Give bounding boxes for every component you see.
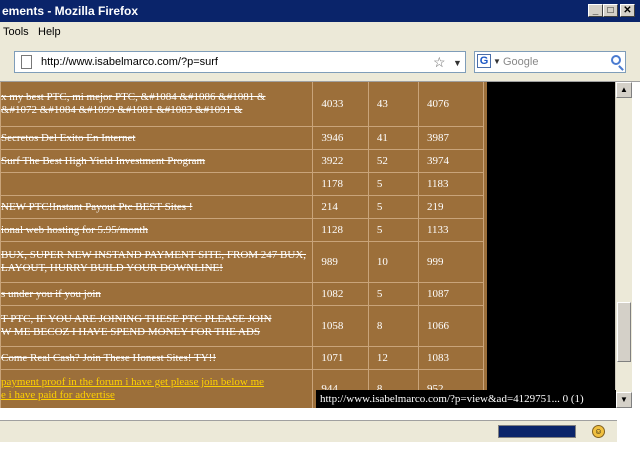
ad-total: 3987 — [417, 126, 485, 150]
ad-clicks: 41 — [367, 126, 419, 150]
ad-clicks: 52 — [367, 149, 419, 173]
ad-total: 1133 — [417, 218, 485, 242]
surf-page: x my best PTC, mi mejor PTC, &#1084 &#10… — [0, 82, 487, 408]
search-engine-dropdown-icon[interactable]: ▼ — [493, 53, 501, 71]
ad-title: s under you if you join — [0, 282, 314, 306]
search-icon[interactable] — [611, 55, 621, 65]
navigation-toolbar: http://www.isabelmarco.com/?p=surf ☆ ▼ G… — [0, 42, 640, 82]
ad-clicks: 43 — [367, 82, 419, 127]
scroll-down-button[interactable]: ▼ — [616, 392, 632, 408]
ad-hits: 214 — [312, 195, 369, 219]
ad-clicks: 5 — [367, 172, 419, 196]
scroll-up-button[interactable]: ▲ — [616, 82, 632, 98]
link-status-text: http://www.isabelmarco.com/?p=view&ad=41… — [316, 390, 616, 408]
search-input[interactable]: Google — [503, 52, 538, 72]
search-box[interactable]: G ▼ Google — [474, 51, 626, 73]
minimize-button[interactable]: _ — [588, 4, 603, 17]
table-row: Surf The Best High Yield Investment Prog… — [0, 149, 485, 173]
ad-title: Come Real Cash? Join These Honest Sites!… — [0, 346, 314, 370]
progress-bar — [498, 425, 576, 438]
ad-title: Surf The Best High Yield Investment Prog… — [0, 149, 314, 173]
menu-tools[interactable]: Tools — [3, 22, 29, 42]
ad-hits: 989 — [312, 241, 369, 283]
menu-bar: Tools Help — [0, 22, 640, 42]
ad-title: ional web hosting for 5.95/month — [0, 218, 314, 242]
ad-hits: 3946 — [312, 126, 369, 150]
table-row: ional web hosting for 5.95/month 1128 5 113… — [0, 218, 485, 242]
page-icon — [21, 55, 32, 69]
ad-title: x my best PTC, mi mejor PTC, &#1084 &#10… — [0, 82, 314, 127]
address-bar-url[interactable]: http://www.isabelmarco.com/?p=surf — [41, 52, 218, 72]
table-row: BUX, SUPER NEW INSTAND PAYMENT SITE, FRO… — [0, 241, 485, 283]
ad-title: T PTC, IF YOU ARE JOINING THESE PTC PLEA… — [0, 305, 314, 347]
page-viewport: x my best PTC, mi mejor PTC, &#1084 &#10… — [0, 82, 615, 408]
address-dropdown-icon[interactable]: ▼ — [453, 54, 462, 72]
smiley-icon: ☺ — [592, 425, 605, 438]
vertical-scrollbar[interactable]: ▲ ▼ — [615, 82, 632, 408]
scroll-thumb[interactable] — [617, 302, 631, 362]
ad-total: 999 — [417, 241, 485, 283]
ad-clicks: 5 — [367, 282, 419, 306]
status-bar-panel: ☺ — [0, 420, 617, 442]
ad-total: 4076 — [417, 82, 485, 127]
close-button[interactable]: ✕ — [620, 4, 635, 17]
ad-clicks: 10 — [367, 241, 419, 283]
menu-help[interactable]: Help — [38, 22, 61, 42]
address-bar[interactable]: http://www.isabelmarco.com/?p=surf ☆ ▼ — [14, 51, 466, 73]
table-row: T PTC, IF YOU ARE JOINING THESE PTC PLEA… — [0, 305, 485, 347]
table-row: Secretos Del Exito En Internet 3946 41 3987 — [0, 126, 485, 150]
ad-hits: 1128 — [312, 218, 369, 242]
ads-table: x my best PTC, mi mejor PTC, &#1084 &#10… — [0, 82, 485, 408]
table-row: Come Real Cash? Join These Honest Sites!… — [0, 346, 485, 370]
ad-hits: 1178 — [312, 172, 369, 196]
ad-hits: 4033 — [312, 82, 369, 127]
ad-clicks: 12 — [367, 346, 419, 370]
table-row: 1178 5 1183 — [0, 172, 485, 196]
table-row: s under you if you join 1082 5 1087 — [0, 282, 485, 306]
window-title: ements - Mozilla Firefox — [2, 4, 139, 18]
ad-total: 1087 — [417, 282, 485, 306]
status-bar: ☺ — [0, 408, 640, 452]
ad-hits: 3922 — [312, 149, 369, 173]
search-engine-icon[interactable]: G — [477, 54, 491, 68]
ad-title — [0, 172, 314, 196]
ad-title[interactable]: payment proof in the forum i have get pl… — [0, 369, 314, 408]
ad-total: 3974 — [417, 149, 485, 173]
ad-clicks: 8 — [367, 305, 419, 347]
ad-clicks: 5 — [367, 195, 419, 219]
ad-total: 219 — [417, 195, 485, 219]
bookmark-star-icon[interactable]: ☆ — [433, 53, 446, 71]
ad-clicks: 5 — [367, 218, 419, 242]
ad-total: 1066 — [417, 305, 485, 347]
ad-title: NEW PTC!Instant Payout Ptc BEST Sites ! — [0, 195, 314, 219]
ad-total: 1083 — [417, 346, 485, 370]
ad-hits: 1058 — [312, 305, 369, 347]
ad-hits: 1071 — [312, 346, 369, 370]
maximize-button[interactable]: □ — [603, 4, 618, 17]
ad-total: 1183 — [417, 172, 485, 196]
ad-title: Secretos Del Exito En Internet — [0, 126, 314, 150]
table-row: NEW PTC!Instant Payout Ptc BEST Sites ! 2… — [0, 195, 485, 219]
table-row: x my best PTC, mi mejor PTC, &#1084 &#10… — [0, 82, 485, 127]
ad-title: BUX, SUPER NEW INSTAND PAYMENT SITE, FRO… — [0, 241, 314, 283]
title-bar: ements - Mozilla Firefox _ □ ✕ — [0, 0, 640, 22]
ad-hits: 1082 — [312, 282, 369, 306]
